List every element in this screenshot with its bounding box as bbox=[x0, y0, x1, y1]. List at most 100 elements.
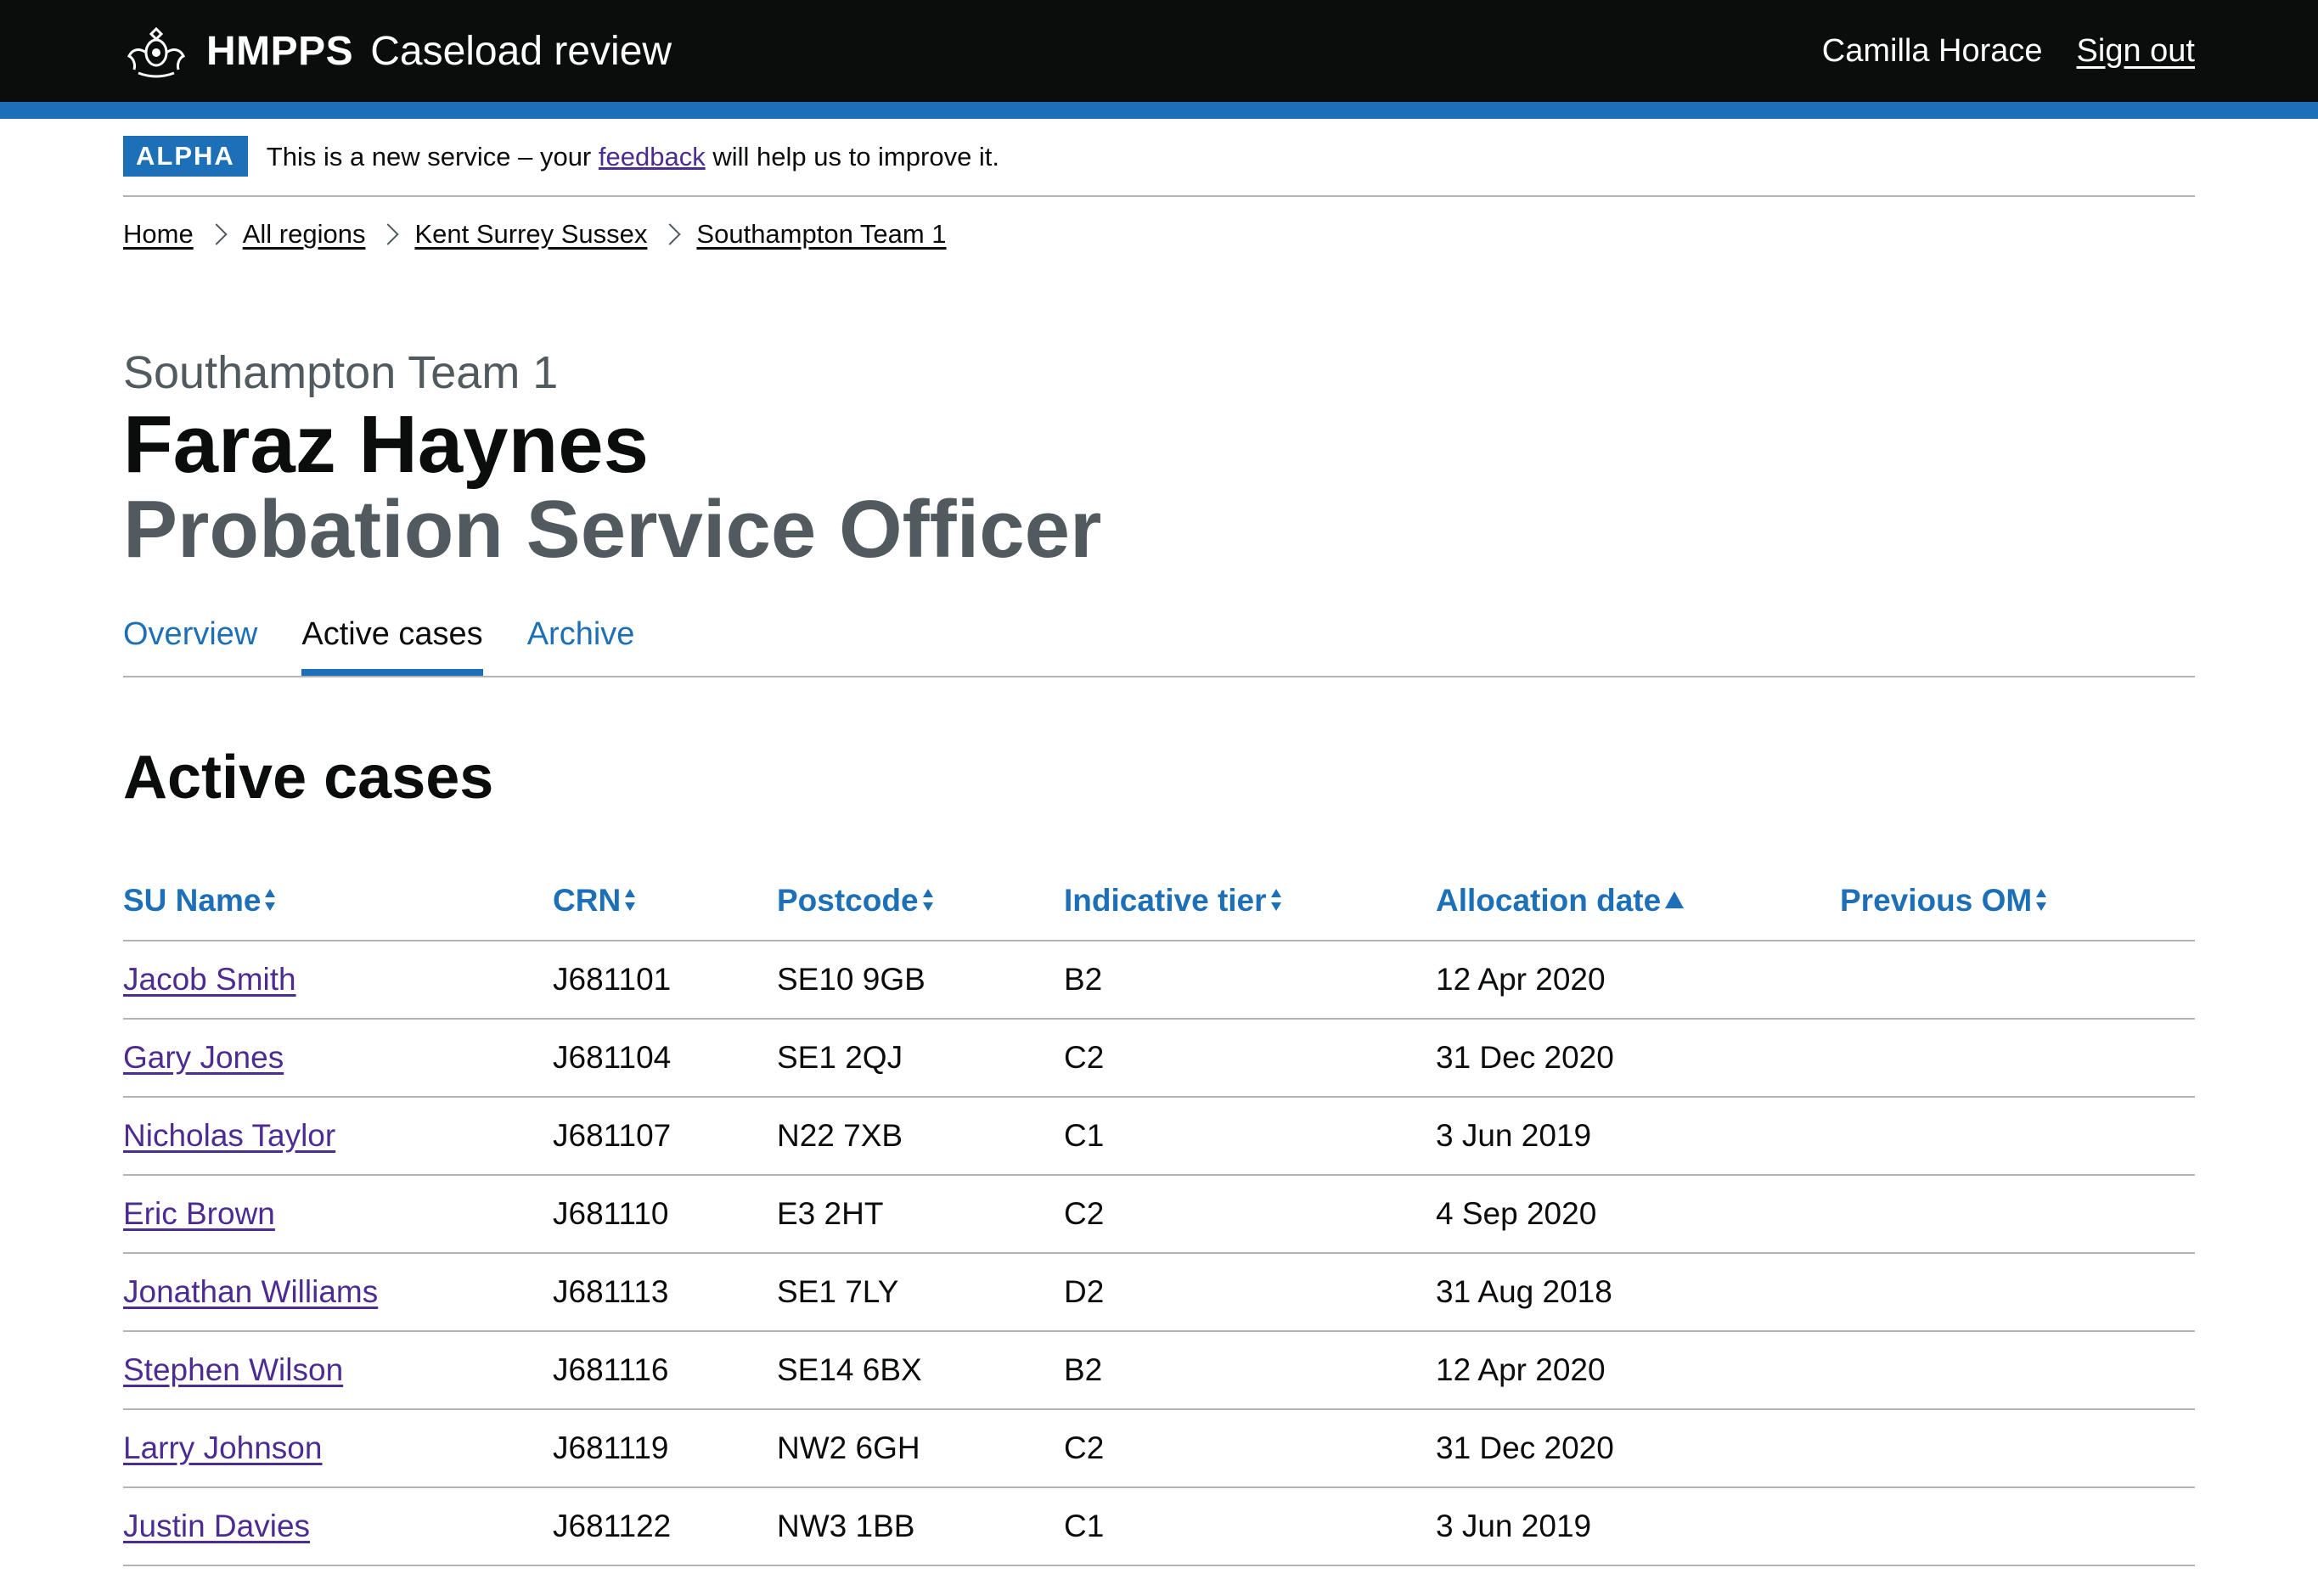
allocation-date-cell: 3 Jun 2019 bbox=[1436, 1487, 1840, 1566]
allocation-date-cell: 4 Sep 2020 bbox=[1436, 1175, 1840, 1254]
su-name-cell: Jonathan Williams bbox=[123, 1253, 553, 1332]
crn-cell: J681104 bbox=[553, 1019, 777, 1098]
phase-tag: ALPHA bbox=[123, 136, 248, 177]
sort-ascending-icon bbox=[1664, 890, 1685, 915]
section-heading: Active cases bbox=[123, 744, 494, 812]
su-name-cell: Eric Brown bbox=[123, 1175, 553, 1254]
column-header-indicative-tier[interactable]: Indicative tier bbox=[1064, 862, 1436, 941]
postcode-cell: SE1 2QJ bbox=[777, 1019, 1064, 1098]
breadcrumb-region[interactable]: Kent Surrey Sussex bbox=[414, 219, 647, 250]
table-row: Larry Johnson J681119 NW2 6GH C2 31 Dec … bbox=[123, 1409, 2195, 1488]
column-header-su-name[interactable]: SU Name bbox=[123, 862, 553, 941]
su-name-link[interactable]: Jonathan Williams bbox=[123, 1274, 378, 1309]
column-header-allocation-date[interactable]: Allocation date bbox=[1436, 862, 1840, 941]
page-subtitle: Probation Service Officer bbox=[123, 484, 1102, 575]
column-header-label: CRN bbox=[553, 883, 622, 918]
breadcrumb: Home All regions Kent Surrey Sussex Sout… bbox=[123, 219, 947, 250]
su-name-cell: Stephen Wilson bbox=[123, 1331, 553, 1410]
tab-active-cases[interactable]: Active cases bbox=[301, 611, 483, 676]
allocation-date-cell: 31 Dec 2020 bbox=[1436, 1409, 1840, 1488]
sub-navigation-tabs: Overview Active cases Archive bbox=[123, 611, 2195, 677]
tier-cell: C2 bbox=[1064, 1175, 1436, 1254]
column-header-postcode[interactable]: Postcode bbox=[777, 862, 1064, 941]
header-user-area: Camilla Horace Sign out bbox=[1822, 33, 2195, 70]
crn-cell: J681113 bbox=[553, 1253, 777, 1332]
phase-banner-text: This is a new service – your feedback wi… bbox=[267, 142, 999, 172]
su-name-link[interactable]: Stephen Wilson bbox=[123, 1352, 343, 1387]
user-name: Camilla Horace bbox=[1821, 32, 2043, 69]
postcode-cell: NW3 1BB bbox=[777, 1487, 1064, 1566]
table-row: Gary Jones J681104 SE1 2QJ C2 31 Dec 202… bbox=[123, 1019, 2195, 1098]
phase-text-before: This is a new service – your bbox=[266, 142, 592, 171]
crn-cell: J681107 bbox=[553, 1097, 777, 1176]
su-name-link[interactable]: Eric Brown bbox=[123, 1196, 275, 1231]
feedback-link[interactable]: feedback bbox=[599, 142, 706, 171]
chevron-right-icon bbox=[659, 223, 682, 245]
allocation-date-cell: 31 Aug 2018 bbox=[1436, 1253, 1840, 1332]
su-name-link[interactable]: Larry Johnson bbox=[123, 1430, 322, 1465]
column-header-label: Allocation date bbox=[1436, 883, 1662, 918]
table-row: Nicholas Taylor J681107 N22 7XB C1 3 Jun… bbox=[123, 1097, 2195, 1176]
column-header-previous-om[interactable]: Previous OM bbox=[1840, 862, 2195, 941]
crn-cell: J681110 bbox=[553, 1175, 777, 1254]
column-header-crn[interactable]: CRN bbox=[553, 862, 777, 941]
postcode-cell: SE1 7LY bbox=[777, 1253, 1064, 1332]
table-header-row: SU Name CRN Postcode Indicative tier All… bbox=[123, 862, 2195, 941]
header-brand[interactable]: HMPPS Caseload review bbox=[123, 24, 672, 78]
header-inner: HMPPS Caseload review Camilla Horace Sig… bbox=[123, 0, 2195, 102]
previous-om-cell bbox=[1840, 1019, 2195, 1098]
allocation-date-cell: 3 Jun 2019 bbox=[1436, 1097, 1840, 1176]
previous-om-cell bbox=[1840, 1487, 2195, 1566]
tier-cell: C1 bbox=[1064, 1487, 1436, 1566]
column-header-label: Previous OM bbox=[1840, 883, 2033, 918]
su-name-link[interactable]: Nicholas Taylor bbox=[123, 1118, 335, 1153]
postcode-cell: N22 7XB bbox=[777, 1097, 1064, 1176]
tier-cell: C2 bbox=[1064, 1019, 1436, 1098]
allocation-date-cell: 31 Dec 2020 bbox=[1436, 1019, 1840, 1098]
previous-om-cell bbox=[1840, 1409, 2195, 1488]
phase-text-after: will help us to improve it. bbox=[712, 142, 1000, 171]
sort-arrows-icon bbox=[922, 887, 934, 918]
chevron-right-icon bbox=[205, 223, 228, 245]
breadcrumb-home[interactable]: Home bbox=[123, 219, 194, 250]
su-name-cell: Justin Davies bbox=[123, 1487, 553, 1566]
tab-archive[interactable]: Archive bbox=[527, 611, 635, 676]
previous-om-cell bbox=[1840, 1253, 2195, 1332]
su-name-cell: Nicholas Taylor bbox=[123, 1097, 553, 1176]
su-name-link[interactable]: Gary Jones bbox=[123, 1040, 284, 1075]
org-name: HMPPS bbox=[206, 28, 354, 74]
sort-arrows-icon bbox=[1270, 887, 1282, 918]
active-cases-table: SU Name CRN Postcode Indicative tier All… bbox=[123, 862, 2195, 1566]
previous-om-cell bbox=[1840, 1175, 2195, 1254]
postcode-cell: NW2 6GH bbox=[777, 1409, 1064, 1488]
column-header-label: Indicative tier bbox=[1064, 883, 1267, 918]
sign-out-link[interactable]: Sign out bbox=[2077, 33, 2195, 70]
table-row: Justin Davies J681122 NW3 1BB C1 3 Jun 2… bbox=[123, 1487, 2195, 1566]
postcode-cell: E3 2HT bbox=[777, 1175, 1064, 1254]
su-name-link[interactable]: Justin Davies bbox=[123, 1509, 310, 1543]
tier-cell: D2 bbox=[1064, 1253, 1436, 1332]
breadcrumb-all-regions[interactable]: All regions bbox=[243, 219, 366, 250]
service-name: Caseload review bbox=[370, 28, 672, 74]
page-title: Faraz Haynes bbox=[123, 399, 649, 490]
allocation-date-cell: 12 Apr 2020 bbox=[1436, 941, 1840, 1020]
su-name-cell: Larry Johnson bbox=[123, 1409, 553, 1488]
crn-cell: J681116 bbox=[553, 1331, 777, 1410]
table-row: Stephen Wilson J681116 SE14 6BX B2 12 Ap… bbox=[123, 1331, 2195, 1410]
breadcrumb-team[interactable]: Southampton Team 1 bbox=[696, 219, 946, 250]
sort-arrows-icon bbox=[2035, 887, 2047, 918]
tier-cell: B2 bbox=[1064, 1331, 1436, 1410]
sort-arrows-icon bbox=[264, 887, 276, 918]
chevron-right-icon bbox=[377, 223, 400, 245]
allocation-date-cell: 12 Apr 2020 bbox=[1436, 1331, 1840, 1410]
crn-cell: J681101 bbox=[553, 941, 777, 1020]
su-name-link[interactable]: Jacob Smith bbox=[123, 962, 296, 997]
phase-banner: ALPHA This is a new service – your feedb… bbox=[123, 119, 2195, 197]
sort-arrows-icon bbox=[624, 887, 636, 918]
tier-cell: C2 bbox=[1064, 1409, 1436, 1488]
tab-overview[interactable]: Overview bbox=[123, 611, 257, 676]
tier-cell: C1 bbox=[1064, 1097, 1436, 1176]
su-name-cell: Jacob Smith bbox=[123, 941, 553, 1020]
table-row: Jonathan Williams J681113 SE1 7LY D2 31 … bbox=[123, 1253, 2195, 1332]
royal-crest-icon bbox=[127, 26, 186, 78]
